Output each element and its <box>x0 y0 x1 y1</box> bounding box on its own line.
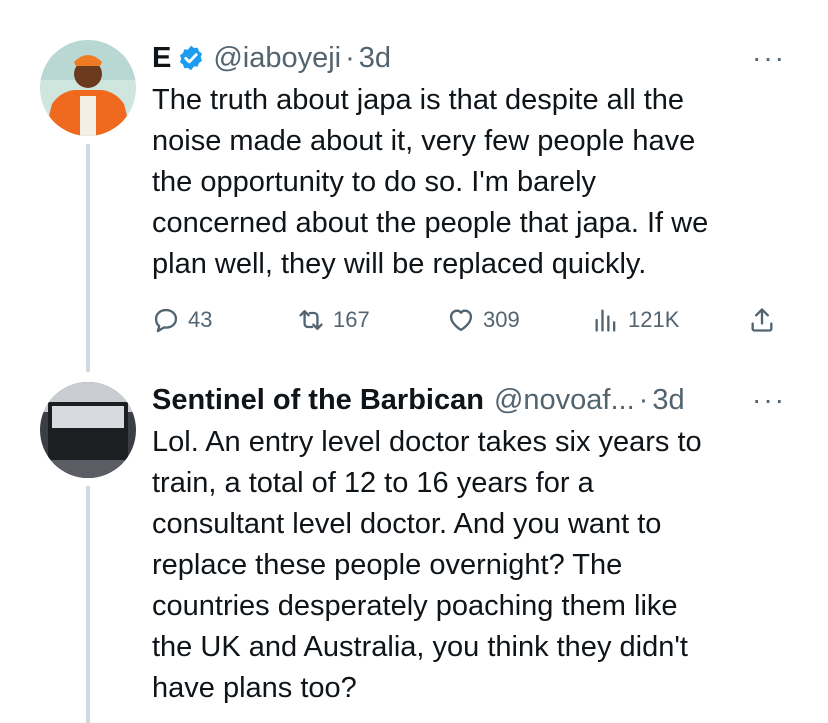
tweet-header: E @iaboyeji · 3d <box>152 40 391 76</box>
like-button[interactable]: 309 <box>447 300 520 340</box>
reply-icon <box>154 308 178 333</box>
share-button[interactable] <box>748 300 784 340</box>
tweet-text-line: train, a total of 12 to 16 years for a <box>152 467 594 499</box>
verified-badge-icon <box>180 45 203 71</box>
tweet-2[interactable]: Sentinel of the Barbican @novoaf... · 3d… <box>0 372 828 723</box>
reply-count: 43 <box>188 307 213 332</box>
user-handle[interactable]: @novoaf... <box>494 384 635 417</box>
tweet-header: Sentinel of the Barbican @novoaf... · 3d <box>152 382 685 418</box>
separator-dot: · <box>345 41 355 74</box>
avatar[interactable] <box>40 382 136 478</box>
thread-line <box>86 144 90 372</box>
tweet-text-line: Lol. An entry level doctor takes six yea… <box>152 426 702 458</box>
timestamp[interactable]: 3d <box>652 384 684 417</box>
tweet-text: The truth about japa is that despite all… <box>152 80 792 285</box>
more-options-icon[interactable]: ··· <box>752 44 786 72</box>
reply-button[interactable]: 43 <box>152 300 212 340</box>
tweet-text-line: have plans too? <box>152 672 357 704</box>
retweet-count: 167 <box>333 307 370 332</box>
display-name[interactable]: E <box>152 42 171 75</box>
display-name[interactable]: Sentinel of the Barbican <box>152 384 484 417</box>
views-button[interactable]: 121K <box>592 300 679 340</box>
tweet-text-line: the opportunity to do so. I'm barely <box>152 166 597 198</box>
share-icon <box>751 308 773 332</box>
views-count: 121K <box>628 307 680 332</box>
tweet-text-line: plan well, they will be replaced quickly… <box>152 248 647 280</box>
thread-line <box>86 486 90 723</box>
separator-dot: · <box>638 383 649 416</box>
timestamp[interactable]: 3d <box>359 42 391 75</box>
user-photo-icon <box>40 40 136 136</box>
retweet-icon <box>299 310 323 330</box>
tweet-text-line: countries desperately poaching them like <box>152 590 678 622</box>
tweet-text-line: noise made about it, very few people hav… <box>152 125 696 157</box>
more-options-icon[interactable]: ··· <box>752 386 786 414</box>
user-handle[interactable]: @iaboyeji <box>213 42 341 75</box>
tweet-text-line: the UK and Australia, you think they did… <box>152 631 688 663</box>
tweet-text-line: The truth about japa is that despite all… <box>152 84 685 116</box>
action-bar: 43 167 309 121K <box>152 300 792 340</box>
like-icon <box>449 309 473 332</box>
tweet-text-line: replace these people overnight? The <box>152 549 623 581</box>
tweet-text-line: concerned about the people that japa. If… <box>152 207 709 239</box>
tweet-text-line: consultant level doctor. And you want to <box>152 508 662 540</box>
views-icon <box>595 309 616 332</box>
like-count: 309 <box>483 307 520 332</box>
tweet-text: Lol. An entry level doctor takes six yea… <box>152 422 792 709</box>
user-photo-icon <box>40 382 136 478</box>
avatar[interactable] <box>40 40 136 136</box>
tweet-1[interactable]: E @iaboyeji · 3d ··· The truth about jap… <box>0 0 828 372</box>
retweet-button[interactable]: 167 <box>297 300 370 340</box>
